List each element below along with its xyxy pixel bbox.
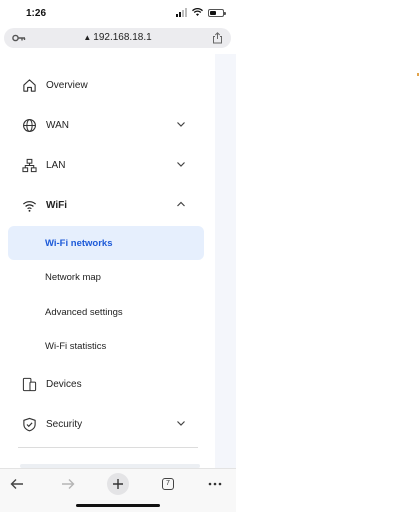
nav-label-wan: WAN xyxy=(46,119,69,131)
arrow-left-icon xyxy=(10,479,23,489)
nav-label-overview: Overview xyxy=(46,79,88,91)
wifi-status-icon xyxy=(192,8,203,16)
page-content: Overview WAN LAN WiFi Wi-Fi networks Net… xyxy=(0,54,236,468)
subnav-label: Network map xyxy=(45,271,101,283)
cellular-signal-icon xyxy=(176,8,187,17)
status-bar: 1:26 xyxy=(0,0,236,26)
address-bar[interactable]: ▲ 192.168.18.1 xyxy=(4,28,231,48)
home-icon xyxy=(23,79,36,92)
chevron-down-icon xyxy=(177,122,185,127)
shield-icon xyxy=(23,417,36,432)
devices-icon xyxy=(22,377,37,392)
url-display[interactable]: ▲ 192.168.18.1 xyxy=(4,32,231,43)
nav-item-devices[interactable]: Devices xyxy=(0,367,215,401)
lock-icon: ▲ xyxy=(83,33,92,42)
chevron-up-icon xyxy=(177,201,185,207)
plus-icon xyxy=(113,479,123,489)
network-icon xyxy=(22,158,37,173)
subnav-label: Wi-Fi statistics xyxy=(45,340,107,352)
more-dots-icon xyxy=(208,482,222,486)
url-text: 192.168.18.1 xyxy=(93,32,152,43)
nav-item-lan[interactable]: LAN xyxy=(0,148,215,182)
back-button[interactable] xyxy=(6,473,28,495)
nav-label-security: Security xyxy=(46,418,83,430)
sidebar-nav: Overview WAN LAN WiFi Wi-Fi networks Net… xyxy=(0,54,215,468)
battery-icon xyxy=(208,8,226,17)
tabs-button[interactable]: 7 xyxy=(157,473,179,495)
nav-label-lan: LAN xyxy=(46,159,66,171)
arrow-right-icon xyxy=(62,479,75,489)
wifi-icon xyxy=(22,201,37,212)
nav-label-wifi: WiFi xyxy=(46,199,68,211)
status-icons xyxy=(176,8,226,17)
nav-item-wan[interactable]: WAN xyxy=(0,108,215,142)
subnav-item-network-map[interactable]: Network map xyxy=(8,260,204,294)
new-tab-button[interactable] xyxy=(107,473,129,495)
subnav-item-wifi-statistics[interactable]: Wi-Fi statistics xyxy=(8,329,204,363)
nav-item-overview[interactable]: Overview xyxy=(0,68,215,102)
forward-button[interactable] xyxy=(57,473,79,495)
subnav-label: Wi-Fi networks xyxy=(45,237,113,249)
share-icon[interactable] xyxy=(212,32,223,44)
status-time: 1:26 xyxy=(26,8,47,19)
chevron-down-icon xyxy=(177,162,185,167)
tab-count-badge: 7 xyxy=(162,478,174,490)
nav-item-wifi[interactable]: WiFi xyxy=(0,188,215,222)
globe-icon xyxy=(23,119,36,132)
nav-label-devices: Devices xyxy=(46,378,82,390)
subnav-item-advanced-settings[interactable]: Advanced settings xyxy=(8,295,204,329)
more-button[interactable] xyxy=(204,473,226,495)
home-indicator xyxy=(76,504,160,507)
subnav-item-wifi-networks[interactable]: Wi-Fi networks xyxy=(8,226,204,260)
nav-divider xyxy=(18,447,198,448)
subnav-label: Advanced settings xyxy=(45,306,123,318)
chevron-down-icon xyxy=(177,421,185,426)
nav-item-security[interactable]: Security xyxy=(0,407,215,441)
